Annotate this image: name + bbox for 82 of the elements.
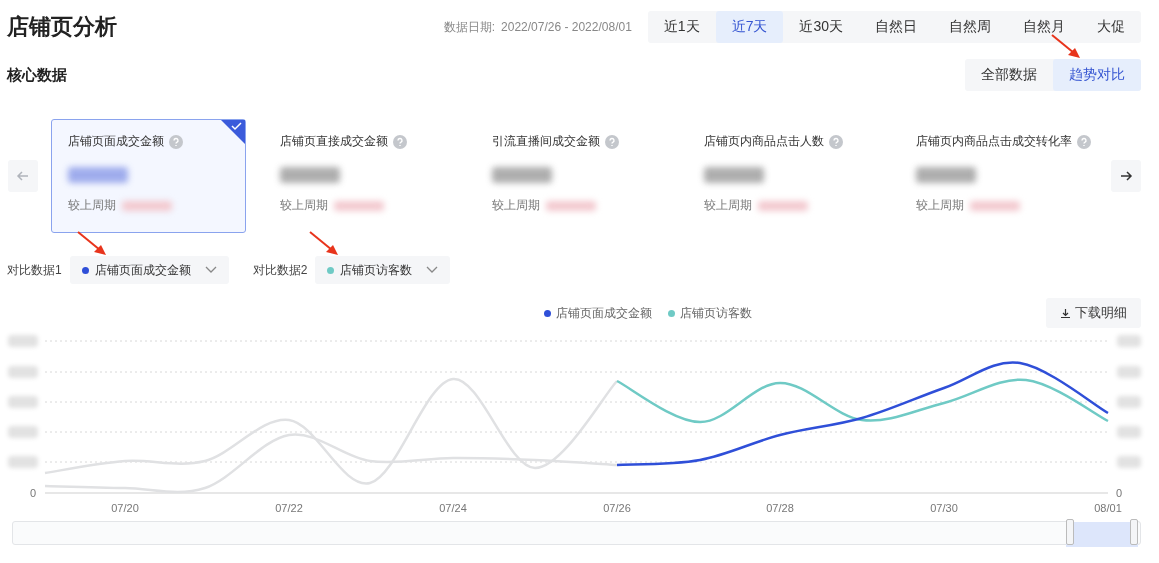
blurred-tick-label	[8, 335, 38, 347]
compare-label: 较上周期	[280, 197, 328, 214]
page-title: 店铺页分析	[7, 13, 117, 41]
view-toggle-tab[interactable]: 趋势对比	[1053, 59, 1141, 91]
range-tab[interactable]: 大促	[1081, 11, 1141, 43]
x-axis-label: 08/01	[1094, 502, 1122, 514]
range-tab[interactable]: 近30天	[783, 11, 859, 43]
blurred-value	[758, 200, 808, 211]
range-tab[interactable]: 自然日	[859, 11, 933, 43]
blurred-value	[280, 167, 340, 183]
metric-title: 店铺页面成交金额	[68, 133, 164, 150]
annotation-arrow	[308, 230, 340, 258]
legend-item[interactable]: 店铺页面成交金额	[544, 304, 652, 322]
caret-icon	[204, 266, 217, 274]
metric-card[interactable]: 店铺页直接成交金额 较上周期	[263, 119, 458, 233]
previous-button[interactable]	[8, 160, 38, 192]
blurred-value	[970, 200, 1020, 211]
blurred-tick-label	[8, 396, 38, 408]
blurred-tick-label	[8, 366, 38, 378]
metric-title: 店铺页直接成交金额	[280, 133, 388, 150]
compare-label: 较上周期	[68, 197, 116, 214]
date-label: 数据日期:	[443, 18, 496, 36]
view-toggle-tab[interactable]: 全部数据	[965, 59, 1053, 91]
range-tab[interactable]: 近1天	[647, 11, 716, 43]
blurred-value	[704, 167, 764, 183]
x-axis-label: 07/24	[439, 502, 467, 514]
range-slider-window[interactable]	[1066, 519, 1138, 547]
section-title: 核心数据	[7, 65, 67, 85]
metric-title: 引流直播间成交金额	[492, 133, 600, 150]
x-axis-label: 07/22	[275, 502, 303, 514]
blurred-tick-label	[1117, 396, 1141, 408]
blurred-value	[122, 200, 172, 211]
y-axis-label: 0	[29, 487, 36, 499]
x-axis-label: 07/26	[603, 502, 631, 514]
y-axis-label: 0	[1116, 487, 1123, 499]
x-axis-label: 07/30	[930, 502, 958, 514]
caret-icon	[426, 266, 439, 274]
range-slider-track[interactable]	[12, 521, 1141, 545]
compare-label: 较上周期	[704, 197, 752, 214]
compare-label: 对比数据1	[7, 261, 62, 279]
next-button[interactable]	[1111, 160, 1141, 192]
help-icon	[829, 134, 843, 149]
help-icon	[605, 134, 619, 149]
range-tab[interactable]: 近7天	[715, 11, 784, 43]
blurred-value	[68, 167, 128, 183]
blurred-tick-label	[1117, 366, 1141, 378]
compare-label: 较上周期	[916, 197, 964, 214]
compare-label: 对比数据2	[252, 261, 308, 279]
help-icon	[393, 134, 407, 149]
help-icon	[1077, 134, 1091, 149]
download-icon	[1060, 307, 1071, 319]
blurred-tick-label	[1117, 426, 1141, 438]
x-axis-label: 07/28	[766, 502, 794, 514]
range-tab[interactable]: 自然周	[933, 11, 1007, 43]
blurred-value	[546, 200, 596, 211]
compare-select[interactable]: 店铺页面成交金额	[69, 256, 229, 284]
x-axis-label: 07/20	[111, 502, 139, 514]
compare-select[interactable]: 店铺页访客数	[315, 256, 451, 284]
help-icon	[169, 134, 183, 149]
metric-card[interactable]: 引流直播间成交金额 较上周期	[475, 119, 670, 233]
right-arrow-icon	[1119, 169, 1133, 183]
metric-card[interactable]: 店铺页内商品点击成交转化率 较上周期	[899, 119, 1094, 233]
metric-title: 店铺页内商品点击成交转化率	[916, 133, 1072, 150]
left-arrow-icon	[16, 169, 30, 183]
check-corner-icon	[221, 120, 245, 144]
blurred-tick-label	[8, 456, 38, 468]
blurred-value	[916, 167, 976, 183]
metric-title: 店铺页内商品点击人数	[704, 133, 824, 150]
annotation-arrow	[1050, 33, 1082, 61]
metric-card[interactable]: 店铺页内商品点击人数 较上周期	[687, 119, 882, 233]
blurred-tick-label	[8, 426, 38, 438]
blurred-tick-label	[1117, 335, 1141, 347]
date-range: 2022/07/26 - 2022/08/01	[501, 20, 632, 34]
legend-item[interactable]: 店铺页访客数	[668, 304, 752, 322]
range-tab[interactable]: 自然月	[1007, 11, 1081, 43]
download-button[interactable]: 下载明细	[1046, 298, 1141, 328]
blurred-tick-label	[1117, 456, 1141, 468]
blurred-value	[334, 200, 384, 211]
compare-label: 较上周期	[492, 197, 540, 214]
metric-card[interactable]: 店铺页面成交金额 较上周期	[51, 119, 246, 233]
blurred-value	[492, 167, 552, 183]
annotation-arrow	[76, 230, 108, 258]
